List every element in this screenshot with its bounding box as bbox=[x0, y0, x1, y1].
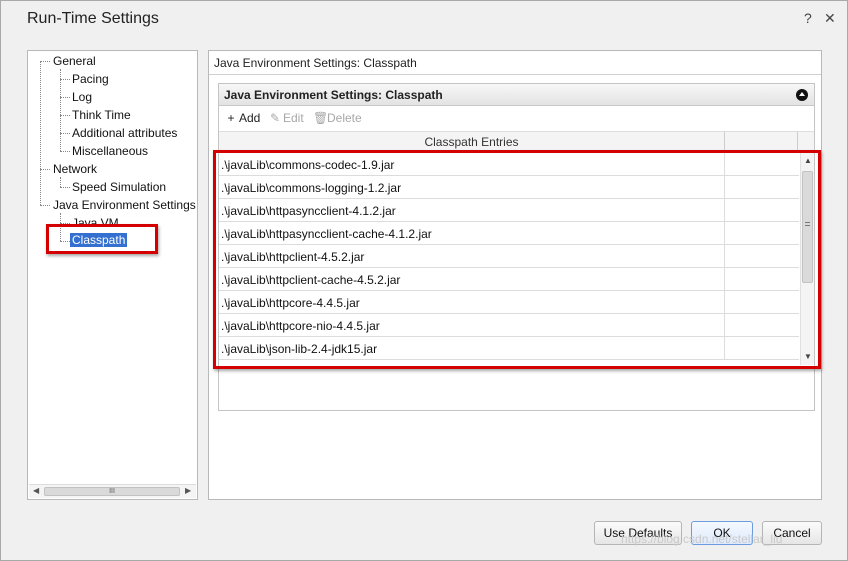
table-row[interactable]: .\javaLib\commons-codec-1.9.jar bbox=[219, 153, 799, 176]
settings-tree: General Pacing Log Think Time Additional… bbox=[27, 50, 198, 500]
scroll-right-icon[interactable]: ▶ bbox=[185, 486, 191, 495]
watermark: https://blog.csdn.net/stellar_liu bbox=[621, 532, 783, 546]
plus-icon: + bbox=[227, 111, 235, 125]
scroll-thumb[interactable]: III bbox=[44, 487, 180, 496]
tree-connector bbox=[60, 97, 70, 98]
row-divider bbox=[724, 176, 725, 199]
tree-connector bbox=[40, 169, 50, 170]
tree-connector bbox=[60, 223, 70, 224]
delete-button: 🗑Delete bbox=[313, 111, 362, 125]
row-divider bbox=[724, 314, 725, 337]
tree-item-network[interactable]: Network bbox=[53, 162, 97, 176]
row-divider bbox=[724, 245, 725, 268]
divider bbox=[209, 74, 821, 75]
column-header-classpath-entries[interactable]: Classpath Entries bbox=[219, 135, 724, 149]
tree-connector bbox=[60, 177, 61, 187]
section-header: Java Environment Settings: Classpath bbox=[219, 84, 814, 106]
tree-connector bbox=[60, 151, 70, 152]
close-icon[interactable]: ✕ bbox=[824, 10, 836, 27]
classpath-entry: .\javaLib\httpasyncclient-cache-4.1.2.ja… bbox=[221, 227, 432, 241]
classpath-section: Java Environment Settings: Classpath + Ad… bbox=[218, 83, 815, 411]
row-divider bbox=[724, 153, 725, 176]
tree-connector bbox=[40, 61, 41, 205]
row-divider bbox=[724, 222, 725, 245]
classpath-entry: .\javaLib\httpcore-4.4.5.jar bbox=[221, 296, 360, 310]
tree-connector bbox=[40, 61, 50, 62]
grid-toolbar: + Add ✎ Edit 🗑Delete bbox=[219, 107, 814, 129]
classpath-entry: .\javaLib\httpcore-nio-4.4.5.jar bbox=[221, 319, 380, 333]
classpath-entry: .\javaLib\httpclient-4.5.2.jar bbox=[221, 250, 365, 264]
add-button[interactable]: + Add bbox=[225, 111, 260, 125]
tree-horizontal-scrollbar[interactable]: ◀ III ▶ bbox=[29, 484, 196, 498]
tree-item-general[interactable]: General bbox=[53, 54, 96, 68]
classpath-entry: .\javaLib\commons-logging-1.2.jar bbox=[221, 181, 402, 195]
row-divider bbox=[724, 199, 725, 222]
row-divider bbox=[724, 337, 725, 360]
collapse-icon[interactable] bbox=[796, 89, 808, 101]
scroll-left-icon[interactable]: ◀ bbox=[33, 486, 39, 495]
tree-item-additional-attributes[interactable]: Additional attributes bbox=[72, 126, 177, 140]
table-row[interactable]: .\javaLib\httpclient-4.5.2.jar bbox=[219, 245, 799, 268]
table-row[interactable]: .\javaLib\httpcore-4.4.5.jar bbox=[219, 291, 799, 314]
tree-item-classpath[interactable]: Classpath bbox=[70, 233, 128, 247]
edit-button: ✎ Edit bbox=[269, 111, 304, 125]
section-title: Java Environment Settings: Classpath bbox=[224, 88, 443, 102]
tree-connector bbox=[60, 69, 61, 151]
column-divider bbox=[724, 132, 725, 151]
row-divider bbox=[724, 268, 725, 291]
tree-item-speed-simulation[interactable]: Speed Simulation bbox=[72, 180, 166, 194]
grid-header: Classpath Entries bbox=[219, 131, 814, 151]
tree-connector bbox=[60, 241, 70, 242]
row-divider bbox=[724, 291, 725, 314]
classpath-entry: .\javaLib\httpclient-cache-4.5.2.jar bbox=[221, 273, 401, 287]
table-row[interactable]: .\javaLib\httpcore-nio-4.4.5.jar bbox=[219, 314, 799, 337]
table-row[interactable]: .\javaLib\httpasyncclient-cache-4.1.2.ja… bbox=[219, 222, 799, 245]
dialog-title: Run-Time Settings bbox=[27, 10, 159, 27]
add-label: Add bbox=[239, 111, 261, 125]
delete-label: Delete bbox=[327, 111, 362, 125]
tree-item-java-environment-settings[interactable]: Java Environment Settings bbox=[53, 198, 196, 212]
help-icon[interactable]: ? bbox=[804, 10, 812, 26]
run-time-settings-dialog: Run-Time Settings ? ✕ General Pacing Log… bbox=[0, 0, 848, 561]
table-row[interactable]: .\javaLib\json-lib-2.4-jdk15.jar bbox=[219, 337, 799, 360]
column-divider bbox=[797, 132, 798, 151]
pencil-icon: ✎ bbox=[269, 111, 281, 125]
tree-item-log[interactable]: Log bbox=[72, 90, 92, 104]
content-panel: Java Environment Settings: Classpath Jav… bbox=[208, 50, 822, 500]
title-bar: Run-Time Settings ? ✕ bbox=[1, 1, 847, 35]
tree-connector bbox=[60, 187, 70, 188]
content-heading: Java Environment Settings: Classpath bbox=[214, 56, 417, 70]
tree-item-pacing[interactable]: Pacing bbox=[72, 72, 109, 86]
scroll-up-icon[interactable]: ▲ bbox=[804, 156, 812, 165]
table-row[interactable]: .\javaLib\httpclient-cache-4.5.2.jar bbox=[219, 268, 799, 291]
scroll-down-icon[interactable]: ▼ bbox=[804, 352, 812, 361]
tree-connector bbox=[60, 213, 61, 241]
classpath-entry: .\javaLib\json-lib-2.4-jdk15.jar bbox=[221, 342, 378, 356]
classpath-entry: .\javaLib\commons-codec-1.9.jar bbox=[221, 158, 395, 172]
edit-label: Edit bbox=[283, 111, 304, 125]
grip-icon bbox=[805, 222, 810, 226]
tree-item-java-vm[interactable]: Java VM bbox=[72, 216, 119, 230]
tree-connector bbox=[60, 115, 70, 116]
grid-body: .\javaLib\commons-codec-1.9.jar .\javaLi… bbox=[219, 153, 814, 365]
tree-item-miscellaneous[interactable]: Miscellaneous bbox=[72, 144, 148, 158]
scroll-thumb[interactable] bbox=[802, 171, 813, 283]
tree-connector bbox=[60, 79, 70, 80]
grid-vertical-scrollbar[interactable]: ▲ ▼ bbox=[800, 153, 814, 365]
tree-item-think-time[interactable]: Think Time bbox=[72, 108, 131, 122]
classpath-entry: .\javaLib\httpasyncclient-4.1.2.jar bbox=[221, 204, 396, 218]
table-row[interactable]: .\javaLib\httpasyncclient-4.1.2.jar bbox=[219, 199, 799, 222]
tree-connector bbox=[40, 205, 50, 206]
trash-icon: 🗑 bbox=[313, 111, 329, 125]
table-row[interactable]: .\javaLib\commons-logging-1.2.jar bbox=[219, 176, 799, 199]
tree-connector bbox=[60, 133, 70, 134]
